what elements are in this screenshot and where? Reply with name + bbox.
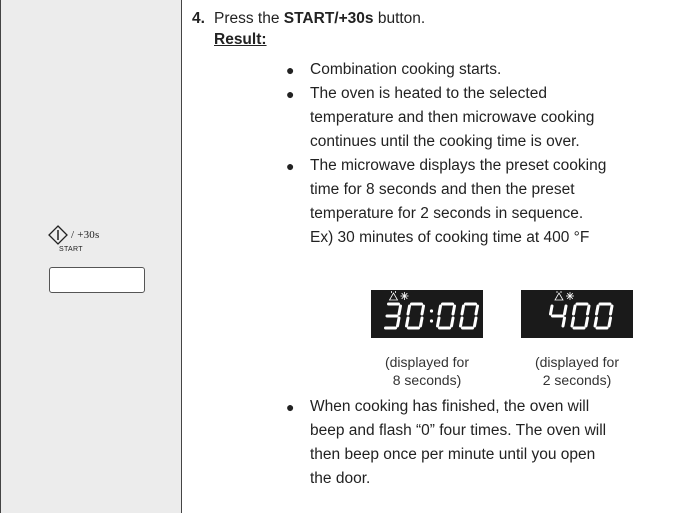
display-segment: [572, 304, 577, 316]
display-segment: [570, 316, 575, 328]
step-text-post: button.: [373, 10, 426, 27]
caption-line: 8 seconds): [392, 372, 462, 388]
caption-line: (displayed for: [534, 354, 620, 370]
display-caption: (displayed for 8 seconds): [362, 353, 492, 389]
step-number: 4.: [192, 10, 205, 27]
display-segment: [396, 316, 401, 328]
display-segment: [405, 316, 410, 328]
result-label: Result:: [214, 31, 267, 48]
bullet-item: ● Combination cooking starts.: [286, 58, 670, 82]
step-text-pre: Press the: [214, 10, 284, 27]
microwave-indicator-icon: [566, 292, 574, 300]
step-button-name: START/+30s: [283, 10, 374, 27]
left-panel: / +30s START: [0, 0, 182, 513]
display-segment: [460, 304, 465, 316]
display-segment: [436, 316, 441, 328]
bullet-dot: ●: [286, 86, 295, 102]
display-segment: [563, 304, 568, 316]
bullet-item: ● The microwave displays the preset cook…: [286, 154, 670, 250]
start-button[interactable]: [49, 267, 145, 293]
step-4: 4. Press the START/+30s button.: [192, 10, 425, 28]
display-segment: [459, 316, 464, 328]
display-segment: [586, 304, 591, 316]
display-segment: [406, 304, 411, 316]
display-segment: [584, 316, 589, 328]
display-segment: [474, 304, 479, 316]
convection-indicator-icon: [388, 291, 399, 301]
start-icon: [47, 225, 69, 245]
bullet-line: beep and flash “0” four times. The oven …: [310, 422, 607, 439]
bullet-line: temperature and then microwave cooking: [310, 109, 595, 126]
start-button-suffix: / +30s: [71, 229, 100, 241]
bullet-line: then beep once per minute until you open: [310, 446, 596, 463]
bullet-line: continues until the cooking time is over…: [310, 133, 580, 150]
bullet-item: ● The oven is heated to the selected tem…: [286, 82, 670, 154]
microwave-indicator-icon: [400, 292, 409, 300]
bullet-line: When cooking has finished, the oven will: [310, 398, 590, 415]
display-segment: [595, 304, 600, 316]
display-segment: [609, 304, 614, 316]
bullet-line: Ex) 30 minutes of cooking time at 400 °F: [310, 229, 590, 246]
display-colon-dot: [429, 309, 434, 313]
bullet-item: ● When cooking has finished, the oven wi…: [286, 395, 670, 491]
display-segment: [549, 304, 554, 316]
bullet-line: The oven is heated to the selected: [310, 85, 547, 102]
display-colon-dot: [429, 319, 434, 323]
display-segment: [593, 316, 598, 328]
bullet-line: The microwave displays the preset cookin…: [310, 157, 607, 174]
display-time: [371, 290, 483, 338]
display-segment: [450, 316, 455, 328]
bullet-line: Combination cooking starts.: [310, 61, 502, 78]
display-caption: (displayed for 2 seconds): [512, 353, 642, 389]
instruction-panel: 4. Press the START/+30s button. Result: ●…: [182, 0, 693, 513]
display-segment: [607, 316, 612, 328]
bullet-line: time for 8 seconds and then the preset: [310, 181, 575, 198]
display-segment: [451, 304, 456, 316]
bullet-dot: ●: [286, 158, 295, 174]
bullet-dot: ●: [286, 399, 295, 415]
bullet-line: the door.: [310, 470, 371, 487]
display-segment: [420, 304, 425, 316]
display-temperature: [521, 290, 633, 338]
start-button-sublabel: START: [59, 246, 83, 253]
display-segment: [419, 316, 424, 328]
display-segment: [437, 304, 442, 316]
convection-indicator-icon: [554, 291, 564, 301]
caption-line: (displayed for: [384, 354, 470, 370]
display-segment: [473, 316, 478, 328]
start-button-illustration: / +30s START: [47, 225, 147, 293]
bullet-line: temperature for 2 seconds in sequence.: [310, 205, 584, 222]
display-segment: [561, 316, 566, 328]
caption-line: 2 seconds): [542, 372, 612, 388]
display-segment: [397, 304, 402, 316]
bullet-dot: ●: [286, 62, 295, 78]
